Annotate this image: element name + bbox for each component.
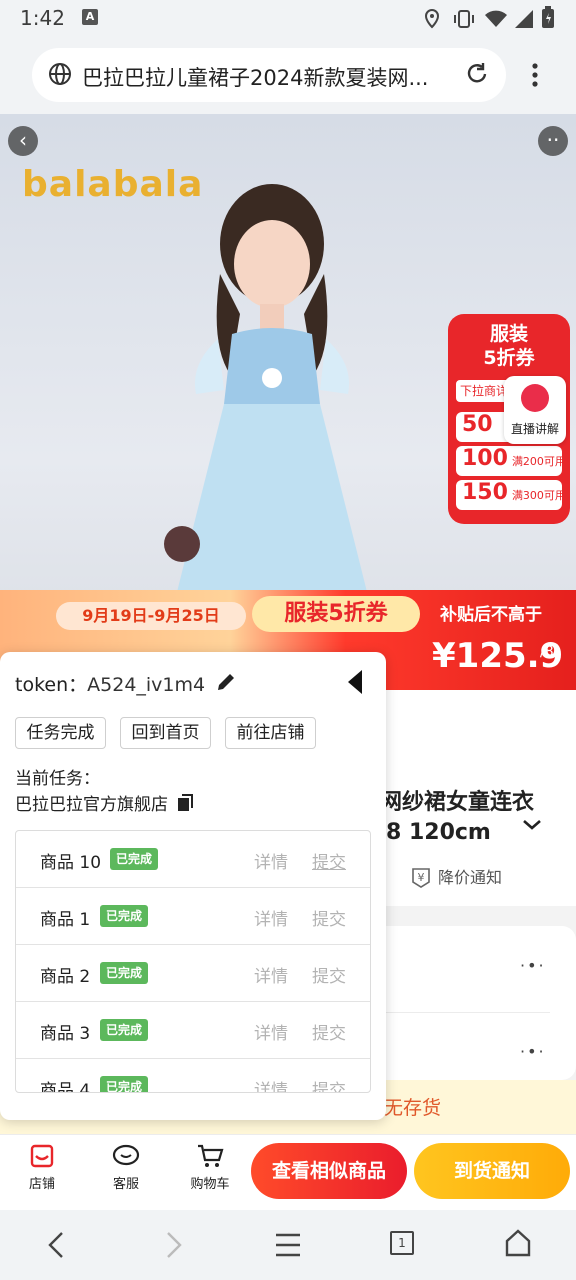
detail-link[interactable]: 详情 bbox=[254, 962, 288, 987]
task-item-list: 商品 10 已完成 详情 提交 商品 1 已完成 详情 提交 商品 2 已完成 … bbox=[15, 830, 371, 1093]
clock: 1:42 bbox=[20, 6, 65, 30]
subsidy-text: 补贴后不高于 bbox=[440, 605, 542, 625]
live-explain-button[interactable]: 直播讲解 bbox=[504, 376, 566, 444]
list-item: 商品 3 已完成 详情 提交 bbox=[16, 1002, 370, 1059]
more-icon[interactable]: ·•· bbox=[520, 956, 546, 975]
list-item: 商品 10 已完成 详情 提交 bbox=[16, 831, 370, 888]
forward-icon[interactable] bbox=[162, 1230, 186, 1260]
restock-notify-button[interactable]: 到货通知 bbox=[414, 1143, 570, 1199]
service-tab[interactable]: 客服 bbox=[96, 1143, 156, 1192]
live-label: 直播讲解 bbox=[510, 422, 559, 436]
view-similar-button[interactable]: 查看相似商品 bbox=[251, 1143, 407, 1199]
browser-nav-bar: 1 bbox=[0, 1210, 576, 1280]
more-dots-button[interactable]: ·· bbox=[538, 126, 568, 156]
browser-menu-icon[interactable] bbox=[528, 62, 542, 90]
status-badge: 已完成 bbox=[100, 1019, 149, 1041]
back-home-button[interactable]: 回到首页 bbox=[120, 717, 211, 749]
location-icon bbox=[424, 8, 440, 29]
reload-icon[interactable] bbox=[464, 61, 490, 87]
detail-link[interactable]: 详情 bbox=[254, 848, 288, 873]
address-bar[interactable]: 巴拉巴拉儿童裙子2024新款夏装网... bbox=[32, 48, 506, 102]
status-badge: 已完成 bbox=[100, 905, 149, 927]
status-badge: 已完成 bbox=[100, 962, 149, 984]
notification-a-icon: A bbox=[82, 9, 98, 25]
submit-link[interactable]: 提交 bbox=[312, 1019, 346, 1044]
status-badge: 已完成 bbox=[100, 1076, 149, 1092]
status-badge: 已完成 bbox=[110, 848, 159, 870]
coupon-150: 150 满300可用 bbox=[456, 480, 562, 510]
cart-tab[interactable]: 购物车 bbox=[180, 1143, 240, 1192]
cart-icon bbox=[198, 1144, 224, 1167]
status-bar: 1:42 A bbox=[0, 0, 576, 38]
product-title: 网纱裙女童连衣 8 120cm bbox=[380, 790, 535, 845]
submit-link[interactable]: 提交 bbox=[312, 905, 346, 930]
detail-link[interactable]: 详情 bbox=[254, 1076, 288, 1092]
list-item: 商品 4 已完成 详情 提交 bbox=[16, 1059, 370, 1092]
live-icon bbox=[521, 384, 549, 412]
battery-icon bbox=[542, 6, 554, 28]
svg-text:¥: ¥ bbox=[418, 871, 425, 884]
token-row: token：A524_iv1m4 bbox=[15, 670, 205, 697]
submit-link[interactable]: 提交 bbox=[312, 848, 346, 873]
stock-status: 无存货 bbox=[384, 1097, 442, 1119]
price-tag-icon: ¥ bbox=[412, 868, 430, 888]
date-range: 9月19日-9月25日 bbox=[56, 602, 246, 630]
current-task-value: 巴拉巴拉官方旗舰店 bbox=[15, 790, 196, 815]
detail-link[interactable]: 详情 bbox=[254, 905, 288, 930]
signal-icon bbox=[515, 10, 533, 28]
edit-pencil-icon[interactable] bbox=[214, 670, 238, 694]
task-complete-button[interactable]: 任务完成 bbox=[15, 717, 106, 749]
submit-link[interactable]: 提交 bbox=[312, 1076, 346, 1092]
detail-link[interactable]: 详情 bbox=[254, 1019, 288, 1044]
list-item: 商品 2 已完成 详情 提交 bbox=[16, 945, 370, 1002]
child-in-dress-illustration bbox=[164, 184, 370, 604]
product-hero-image[interactable]: balabala ‹ ·· 服装 5折券 下拉商详 50 100 满200可用 15… bbox=[0, 114, 576, 690]
token-label: token： bbox=[15, 674, 88, 696]
list-item: 商品 1 已完成 详情 提交 bbox=[16, 888, 370, 945]
chevron-down-icon[interactable] bbox=[522, 818, 542, 832]
collapse-arrow-icon[interactable] bbox=[346, 668, 364, 696]
globe-icon bbox=[49, 63, 71, 85]
wifi-icon bbox=[485, 10, 507, 27]
back-arrow-button[interactable]: ‹ bbox=[8, 126, 38, 156]
coupon-100: 100 满200可用 bbox=[456, 446, 562, 476]
vibrate-icon bbox=[454, 10, 474, 28]
store-icon bbox=[30, 1144, 54, 1168]
slide-counter: /8 bbox=[540, 644, 554, 660]
home-icon[interactable] bbox=[504, 1228, 532, 1258]
back-icon[interactable] bbox=[44, 1230, 68, 1260]
more-icon[interactable]: ·•· bbox=[520, 1042, 546, 1061]
coupon-title: 服装 5折券 bbox=[483, 323, 535, 369]
token-value: A524_iv1m4 bbox=[87, 674, 206, 696]
price-drop-notice[interactable]: ¥ 降价通知 bbox=[410, 864, 502, 888]
store-tab[interactable]: 店铺 bbox=[12, 1143, 72, 1192]
tabs-icon[interactable]: 1 bbox=[390, 1231, 414, 1255]
url-text: 巴拉巴拉儿童裙子2024新款夏装网... bbox=[82, 66, 429, 90]
go-store-button[interactable]: 前往店铺 bbox=[225, 717, 316, 749]
divider bbox=[386, 1012, 550, 1013]
menu-icon[interactable] bbox=[274, 1232, 302, 1258]
chat-icon bbox=[112, 1144, 140, 1166]
copy-icon[interactable] bbox=[176, 793, 196, 813]
promo-tag: 服装5折券 bbox=[252, 596, 420, 632]
submit-link[interactable]: 提交 bbox=[312, 962, 346, 987]
current-task-label: 当前任务： bbox=[15, 769, 100, 789]
